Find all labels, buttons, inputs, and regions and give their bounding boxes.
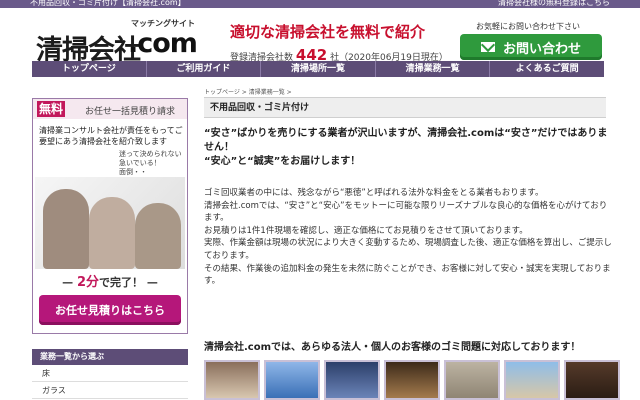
nav-item-services[interactable]: 清掃業務一覧 — [376, 61, 491, 77]
register-link-tab[interactable]: 清掃会社様の無料登録はこちら — [498, 0, 610, 8]
operator-figure — [43, 189, 89, 269]
main-nav: トップページ ご利用ガイド 清掃場所一覧 清掃業務一覧 よくあるご質問 — [32, 61, 604, 77]
estimate-banner-title: お任せ一括見積り請求 — [85, 107, 176, 117]
category-list-heading: 業務一覧から選ぶ — [32, 349, 188, 365]
category-item-floor[interactable]: 床 — [32, 366, 188, 382]
header-catchphrase: 適切な清掃会社を無料で紹介 — [230, 23, 426, 41]
thumbnail-shop[interactable] — [384, 360, 440, 400]
two-minute-suffix: で完了！ — — [99, 276, 158, 289]
two-minute-prefix: — — [62, 276, 77, 289]
free-badge: 無料 — [37, 101, 66, 117]
site-logo-com[interactable]: .com — [128, 28, 198, 59]
thumbnail-office[interactable] — [324, 360, 380, 400]
nav-item-faq[interactable]: よくあるご質問 — [490, 61, 604, 77]
contact-button[interactable]: お問い合わせ — [460, 34, 602, 60]
nav-item-top[interactable]: トップページ — [32, 61, 147, 77]
page-title-tab[interactable]: 不用品回収・ゴミ片付け【清掃会社.com】 — [30, 0, 186, 8]
estimate-banner-description: 清掃業コンサルト会社が責任をもってご要望にあう清掃会社を紹介致します — [39, 126, 183, 146]
estimate-cta-button[interactable]: お任せ見積りはこちら — [39, 295, 181, 325]
estimate-banner-hint: 迷って決められない 急いでいる！ 面倒・・ — [119, 150, 182, 176]
two-minute-note: — 2分で完了！ — — [33, 271, 187, 290]
thumbnail-room[interactable] — [204, 360, 260, 400]
operators-photo — [35, 177, 185, 269]
browser-tabs-strip: 不用品回収・ゴミ片付け【清掃会社.com】 清掃会社様の無料登録はこちら — [0, 0, 640, 8]
body-paragraph: ゴミ回収業者の中には、残念ながら“悪徳”と呼ばれる法外な料金をとる業者もおります… — [204, 188, 612, 287]
contact-button-label: お問い合わせ — [502, 41, 581, 57]
nav-item-guide[interactable]: ご利用ガイド — [147, 61, 262, 77]
thumbnail-interior[interactable] — [564, 360, 620, 400]
lead-statement: “安さ”ばかりを売りにする業者が沢山いますが、清掃会社.comは“安さ”だけでは… — [204, 128, 608, 167]
page-section-title: 不用品回収・ゴミ片付け — [204, 97, 606, 118]
contact-note: お気軽にお問い合わせ下さい — [476, 22, 580, 31]
site-header: 清掃会社 マッチングサイト .com 適切な清掃会社を無料で紹介 登録清掃会社数… — [0, 8, 640, 66]
breadcrumb[interactable]: トップページ > 清掃業務一覧 > — [204, 87, 292, 96]
category-item-glass[interactable]: ガラス — [32, 383, 188, 399]
operator-figure — [135, 203, 181, 269]
mail-icon — [480, 42, 495, 52]
nav-item-locations[interactable]: 清掃場所一覧 — [261, 61, 376, 77]
thumbnail-apartment[interactable] — [444, 360, 500, 400]
estimate-banner[interactable]: 無料 お任せ一括見積り請求 清掃業コンサルト会社が責任をもってご要望にあう清掃会… — [32, 98, 188, 334]
coverage-title: 清掃会社.comでは、あらゆる法人・個人のお客様のゴミ問題に対応しております！ — [204, 342, 581, 353]
two-minute-value: 2分 — [76, 275, 100, 290]
thumbnail-strip — [204, 360, 620, 400]
thumbnail-tower[interactable] — [264, 360, 320, 400]
operator-figure — [89, 197, 135, 269]
thumbnail-house[interactable] — [504, 360, 560, 400]
